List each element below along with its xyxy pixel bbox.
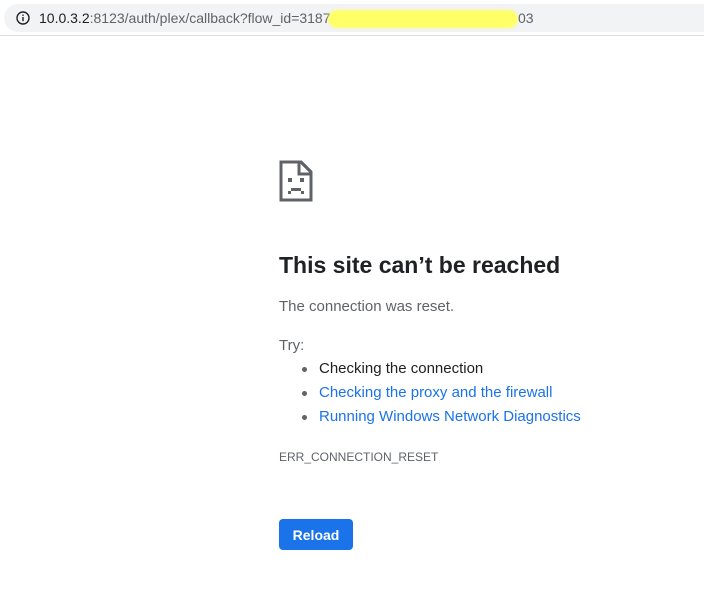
url-host: 10.0.3.2 xyxy=(39,10,90,26)
url-text[interactable]: 10.0.3.2:8123/auth/plex/callback?flow_id… xyxy=(39,10,331,26)
omnibox[interactable]: 10.0.3.2:8123/auth/plex/callback?flow_id… xyxy=(4,4,704,32)
suggestion-item: Checking the connection xyxy=(279,360,581,384)
sad-page-icon xyxy=(279,160,313,202)
reload-button[interactable]: Reload xyxy=(279,519,353,550)
bullet xyxy=(302,367,307,372)
try-label: Try: xyxy=(279,337,305,354)
bullet xyxy=(302,391,307,396)
address-bar: 10.0.3.2:8123/auth/plex/callback?flow_id… xyxy=(0,0,704,36)
error-description: The connection was reset. xyxy=(279,298,455,315)
redaction-highlight xyxy=(328,10,518,28)
url-tail: 03 xyxy=(518,10,534,26)
suggestion-list: Checking the connection Checking the pro… xyxy=(279,360,581,432)
info-circle-icon[interactable] xyxy=(16,11,30,25)
error-code: ERR_CONNECTION_RESET xyxy=(279,450,439,464)
page-title: This site can’t be reached xyxy=(279,252,561,278)
bullet xyxy=(302,415,307,420)
suggestion-check-connection: Checking the connection xyxy=(319,360,484,377)
suggestion-item: Checking the proxy and the firewall xyxy=(279,384,581,408)
suggestion-link-network-diagnostics[interactable]: Running Windows Network Diagnostics xyxy=(319,408,581,425)
suggestion-link-proxy-firewall[interactable]: Checking the proxy and the firewall xyxy=(319,384,552,401)
url-path: :8123/auth/plex/callback?flow_id=3187 xyxy=(89,10,331,26)
suggestion-item: Running Windows Network Diagnostics xyxy=(279,408,581,432)
